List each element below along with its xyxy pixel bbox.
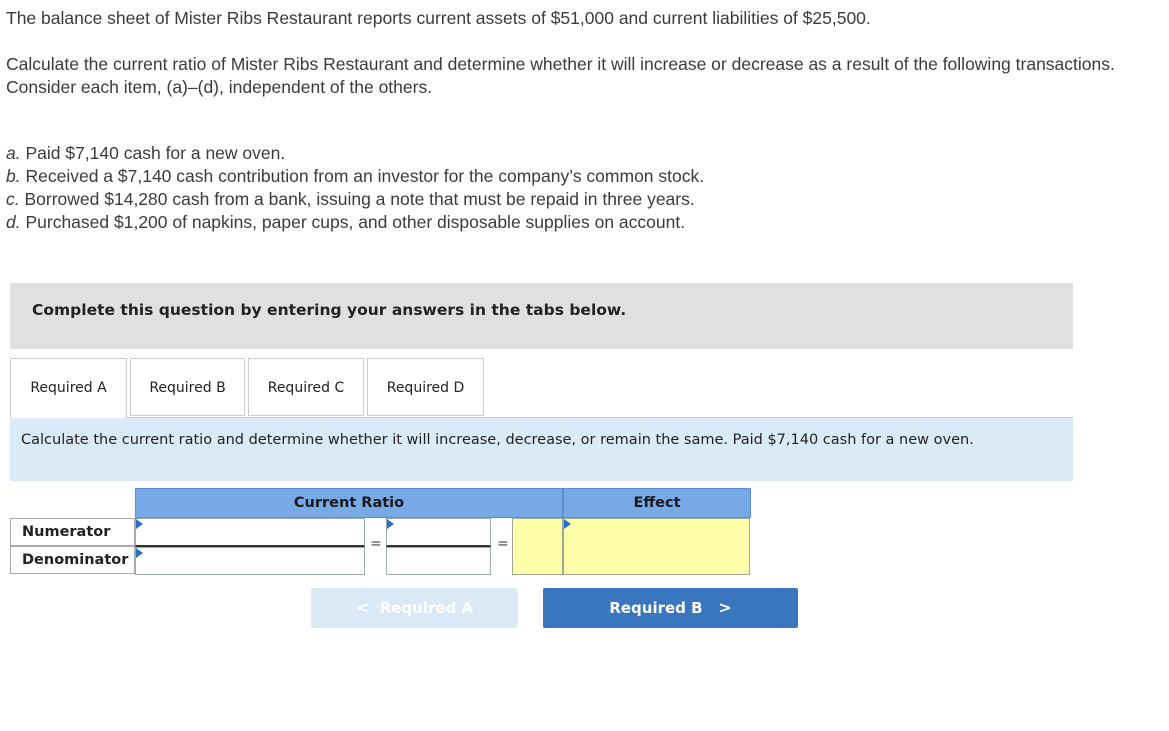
denominator-input[interactable]: [135, 547, 365, 575]
numerator-label: Numerator: [10, 518, 135, 546]
item-text: Received a $7,140 cash contribution from…: [20, 166, 705, 186]
item-letter: d.: [6, 212, 21, 232]
equals-sign: =: [497, 536, 509, 552]
transaction-item-b: b. Received a $7,140 cash contribution f…: [6, 165, 704, 188]
next-required-b-button[interactable]: Required B >: [543, 588, 798, 628]
tab-label: Required B: [149, 380, 226, 396]
denominator-label: Denominator: [10, 546, 135, 574]
prev-label: Required A: [379, 599, 474, 617]
instruction-text: Calculate the current ratio and determin…: [21, 432, 974, 448]
intro-line: The balance sheet of Mister Ribs Restaur…: [6, 8, 871, 28]
item-letter: a.: [6, 143, 21, 163]
equals-sign: =: [370, 536, 382, 552]
denominator-amount-input[interactable]: [386, 547, 491, 575]
item-text: Borrowed $14,280 cash from a bank, issui…: [19, 189, 695, 209]
effect-header: Effect: [563, 488, 751, 518]
banner-text: Complete this question by entering your …: [32, 301, 627, 319]
chevron-right-icon: >: [718, 598, 732, 617]
tab-required-a[interactable]: Required A: [10, 358, 127, 418]
item-text: Purchased $1,200 of napkins, paper cups,…: [20, 212, 686, 232]
prev-required-a-button[interactable]: < Required A: [311, 588, 518, 628]
instructions-banner: Complete this question by entering your …: [10, 283, 1073, 349]
dropdown-marker-icon: [136, 519, 143, 529]
item-letter: b.: [6, 166, 21, 186]
intro-paragraph: Calculate the current ratio of Mister Ri…: [6, 54, 1115, 97]
ratio-result-input[interactable]: [512, 518, 563, 575]
effect-select[interactable]: [563, 518, 750, 575]
numerator-input[interactable]: [135, 518, 365, 547]
transaction-list: a. Paid $7,140 cash for a new oven. b. R…: [6, 142, 704, 234]
numerator-amount-input[interactable]: [386, 518, 491, 547]
transaction-item-c: c. Borrowed $14,280 cash from a bank, is…: [6, 188, 704, 211]
dropdown-marker-icon: [564, 519, 571, 529]
current-ratio-header: Current Ratio: [135, 488, 563, 518]
tab-required-b[interactable]: Required B: [130, 358, 245, 416]
dropdown-marker-icon: [136, 548, 143, 558]
dropdown-marker-icon: [387, 519, 394, 529]
chevron-left-icon: <: [355, 598, 370, 617]
transaction-item-a: a. Paid $7,140 cash for a new oven.: [6, 142, 704, 165]
current-ratio-table: Current Ratio Effect Numerator Denominat…: [10, 488, 751, 576]
next-label: Required B: [609, 599, 703, 617]
item-letter: c.: [6, 189, 20, 209]
transaction-item-d: d. Purchased $1,200 of napkins, paper cu…: [6, 211, 704, 234]
tab-instruction: Calculate the current ratio and determin…: [10, 418, 1073, 481]
item-text: Paid $7,140 cash for a new oven.: [20, 143, 286, 163]
tab-label: Required C: [267, 380, 345, 396]
tab-label: Required D: [386, 380, 465, 396]
tab-required-d[interactable]: Required D: [367, 358, 484, 416]
tab-required-c[interactable]: Required C: [248, 358, 364, 416]
tab-label: Required A: [30, 380, 107, 396]
